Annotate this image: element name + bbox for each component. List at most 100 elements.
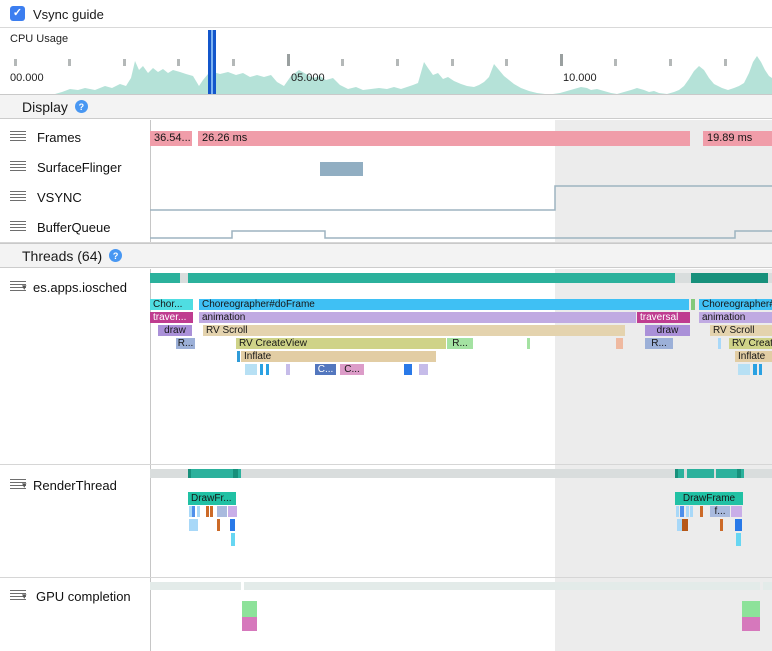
- trace-slice-rv-createview[interactable]: RV CreateView: [236, 338, 446, 349]
- trace-slice[interactable]: [742, 617, 760, 631]
- trace-slice[interactable]: [195, 519, 198, 531]
- trace-slice[interactable]: [197, 506, 200, 517]
- trace-slice-c-[interactable]: C...: [315, 364, 336, 375]
- trace-slice[interactable]: [680, 506, 684, 517]
- trace-slice: [451, 59, 454, 66]
- trace-slice-choreographer-doframe[interactable]: Choreographer#doFrame: [699, 299, 772, 310]
- trace-slice-draw[interactable]: draw: [158, 325, 192, 336]
- trace-slice[interactable]: [527, 338, 530, 349]
- trace-slice[interactable]: [320, 162, 363, 176]
- trace-slice-rv-scroll[interactable]: RV Scroll: [203, 325, 625, 336]
- trace-slice-draw[interactable]: draw: [645, 325, 690, 336]
- trace-slice-26-26-ms[interactable]: 26.26 ms: [198, 131, 690, 146]
- threads-section-header[interactable]: Threads (64) ?: [0, 243, 772, 268]
- thread-name: es.apps.iosched: [33, 280, 127, 295]
- drag-handle-icon[interactable]: [10, 161, 26, 172]
- trace-slice[interactable]: [738, 364, 750, 375]
- collapse-triangle-icon[interactable]: ▾: [22, 480, 27, 491]
- trace-slice[interactable]: [237, 351, 240, 362]
- trace-slice-traversal[interactable]: traversal: [637, 312, 690, 323]
- trace-slice[interactable]: [731, 506, 742, 517]
- trace-slice[interactable]: [753, 364, 757, 375]
- trace-slice[interactable]: [686, 506, 689, 517]
- help-icon[interactable]: ?: [109, 249, 122, 262]
- thread-track-iosched: ▾ es.apps.iosched: [0, 278, 150, 296]
- trace-slice: [760, 582, 763, 590]
- trace-slice-19-89-ms[interactable]: 19.89 ms: [703, 131, 772, 146]
- thread-track-gpu-completion: ▾ GPU completion: [0, 586, 150, 604]
- trace-slice-rv-scroll[interactable]: RV Scroll: [710, 325, 772, 336]
- collapse-triangle-icon[interactable]: ▾: [22, 591, 27, 602]
- trace-slice: [716, 469, 737, 478]
- track-divider: [0, 577, 772, 578]
- trace-slice: [68, 59, 71, 66]
- trace-slice[interactable]: [286, 364, 290, 375]
- vsync-guide-checkbox[interactable]: ✓: [10, 6, 25, 21]
- trace-slice[interactable]: [242, 617, 257, 631]
- trace-slice-animation[interactable]: animation: [199, 312, 636, 323]
- trace-slice-animation[interactable]: animation: [699, 312, 772, 323]
- trace-slice[interactable]: [230, 519, 235, 531]
- row-label: Frames: [37, 130, 81, 145]
- trace-slice-inflate[interactable]: Inflate: [735, 351, 772, 362]
- trace-slice[interactable]: [192, 506, 195, 517]
- thread-track-renderthread: ▾ RenderThread: [0, 475, 150, 493]
- trace-slice-inflate[interactable]: Inflate: [241, 351, 436, 362]
- trace-slice[interactable]: [266, 364, 269, 375]
- trace-slice[interactable]: [419, 364, 428, 375]
- trace-slice: [741, 469, 744, 478]
- trace-slice[interactable]: [217, 519, 220, 531]
- collapse-triangle-icon[interactable]: ▾: [22, 282, 27, 293]
- trace-slice[interactable]: [735, 519, 742, 531]
- trace-slice[interactable]: [718, 338, 721, 349]
- trace-slice[interactable]: [690, 506, 693, 517]
- trace-slice-r-[interactable]: R...: [645, 338, 673, 349]
- trace-slice-36-54-[interactable]: 36.54...: [150, 131, 192, 146]
- trace-slice[interactable]: [231, 533, 235, 546]
- trace-slice: [177, 59, 180, 66]
- trace-slice[interactable]: [691, 299, 695, 310]
- drag-handle-icon[interactable]: [10, 221, 26, 232]
- trace-slice[interactable]: [210, 506, 213, 517]
- trace-slice-r-[interactable]: R...: [447, 338, 473, 349]
- drag-handle-icon[interactable]: [10, 191, 26, 202]
- display-row-bufferqueue: BufferQueue: [0, 212, 150, 242]
- display-row-vsync: VSYNC: [0, 182, 150, 212]
- trace-slice[interactable]: [206, 506, 209, 517]
- trace-slice[interactable]: [682, 519, 688, 531]
- trace-slice[interactable]: [404, 364, 412, 375]
- trace-slice[interactable]: [260, 364, 263, 375]
- trace-slice-r-[interactable]: R...: [176, 338, 195, 349]
- trace-slice[interactable]: [242, 601, 257, 617]
- trace-slice: [614, 59, 617, 66]
- trace-slice[interactable]: [616, 338, 623, 349]
- trace-slice[interactable]: [720, 519, 723, 531]
- trace-slice: [150, 273, 180, 283]
- trace-slice[interactable]: [217, 506, 227, 517]
- trace-slice[interactable]: [228, 506, 237, 517]
- trace-slice-rv-createview[interactable]: RV CreateView: [729, 338, 772, 349]
- trace-slice-c-[interactable]: C...: [340, 364, 364, 375]
- trace-slice[interactable]: [245, 364, 257, 375]
- trace-slice[interactable]: [759, 364, 762, 375]
- track-divider: [0, 464, 772, 465]
- trace-slice[interactable]: [676, 506, 679, 517]
- trace-slice: [341, 59, 344, 66]
- trace-slice-traver-[interactable]: traver...: [150, 312, 193, 323]
- trace-slice: [213, 30, 216, 94]
- trace-slice[interactable]: [742, 601, 760, 617]
- trace-slice-chor-[interactable]: Chor...: [150, 299, 193, 310]
- display-section-header[interactable]: Display ?: [0, 94, 772, 119]
- trace-slice: [669, 59, 672, 66]
- trace-slice[interactable]: [736, 533, 741, 546]
- trace-slice: [678, 469, 684, 478]
- help-icon[interactable]: ?: [75, 100, 88, 113]
- drag-handle-icon[interactable]: [10, 131, 26, 142]
- trace-slice: [238, 469, 241, 478]
- trace-slice-drawfr-[interactable]: DrawFr...: [188, 492, 236, 505]
- trace-slice-f-[interactable]: f...: [710, 506, 730, 517]
- trace-slice[interactable]: [700, 506, 703, 517]
- trace-slice-drawframe[interactable]: DrawFrame: [675, 492, 743, 505]
- timeline-ruler[interactable]: 00.000 05.000 10.000: [0, 28, 772, 94]
- trace-slice-choreographer-doframe[interactable]: Choreographer#doFrame: [199, 299, 689, 310]
